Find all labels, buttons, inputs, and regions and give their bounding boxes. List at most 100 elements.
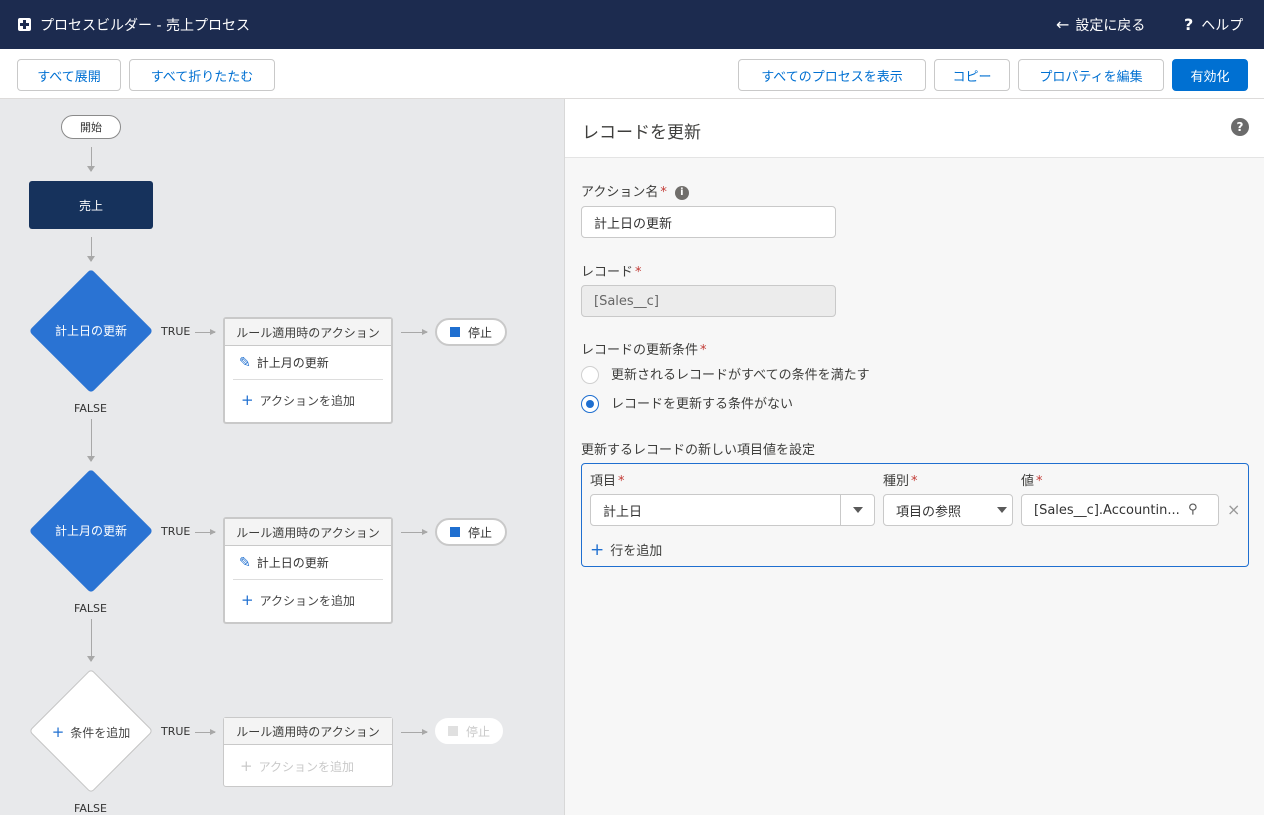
required-marker: * [618,474,625,489]
false-label: FALSE [74,802,107,815]
view-all-processes-button[interactable]: すべてのプロセスを表示 [738,59,926,91]
plus-icon: + [241,391,254,409]
record-field: [Sales__c] [581,285,836,317]
field-values-box: 項目 * 種別 * 値 * 計上日 項目の参照 [Sales__c].Accounti… [581,463,1249,567]
field-column-label: 項目 [590,474,617,489]
activate-button[interactable]: 有効化 [1172,59,1248,91]
add-action-button[interactable]: + アクションを追加 [225,580,391,620]
record-label-text: レコード [581,265,634,280]
criteria-label-2: 計上月の更新 [54,524,127,538]
add-action-button[interactable]: + アクションを追加 [225,380,391,420]
value-column-label: 値 [1021,474,1035,489]
type-select[interactable]: 項目の参照 [883,494,1013,526]
radio-no-criteria-label: レコードを更新する条件がない [611,397,794,412]
connector-arrow [87,237,95,262]
criteria-label-1: 計上日の更新 [54,324,127,338]
set-fields-label: 更新するレコードの新しい項目値を設定 [581,443,816,458]
copy-button[interactable]: コピー [934,59,1010,91]
help-link[interactable]: ? ヘルプ [1184,15,1243,35]
required-marker: * [911,474,918,489]
action-item[interactable]: ✎ 計上月の更新 [233,346,383,380]
pencil-icon: ✎ [239,554,251,571]
add-criteria-label: + 条件を追加 [29,723,153,741]
action-group-2: ルール適用時のアクション ✎ 計上日の更新 + アクションを追加 [223,517,393,624]
help-label: ヘルプ [1201,18,1244,34]
info-icon[interactable]: i [674,185,689,200]
add-action-button: + アクションを追加 [224,745,392,787]
chevron-down-icon [853,507,863,513]
stop-icon [449,527,460,537]
app-header: プロセスビルダー - 売上プロセス ← 設定に戻る ? ヘルプ [0,0,1264,49]
action-name-label-text: アクション名 [581,185,659,200]
criteria-label-text: レコードの更新条件 [581,343,699,358]
action-group-header: ルール適用時のアクション [225,319,391,346]
true-label: TRUE [161,525,191,538]
collapse-all-button[interactable]: すべて折りたたむ [129,59,275,91]
add-row-label: 行を追加 [610,544,663,559]
process-canvas: 開始 売上 計上日の更新 TRUE ルール適用時のアクション ✎ 計上月の更新 +… [0,99,565,815]
action-group-1: ルール適用時のアクション ✎ 計上月の更新 + アクションを追加 [223,317,393,424]
criteria-label: レコードの更新条件 * [581,339,707,358]
panel-header: レコードを更新 ? [565,99,1264,158]
connector-arrow [195,329,216,335]
type-column-label: 種別 [883,474,910,489]
question-icon: ? [1184,15,1194,34]
toolbar: すべて展開 すべて折りたたむ すべてのプロセスを表示 コピー プロパティを編集 … [0,49,1264,99]
add-row-button[interactable]: + 行を追加 [590,540,662,560]
action-name-input[interactable]: 計上日の更新 [581,206,836,238]
field-column-header: 項目 * [590,470,625,489]
select-divider [840,495,841,525]
field-select[interactable]: 計上日 [590,494,875,526]
connector-arrow [195,529,216,535]
help-icon[interactable]: ? [1231,118,1249,136]
connector-arrow [87,619,95,662]
stop-label: 停止 [467,325,492,340]
add-criteria-text: 条件を追加 [70,726,131,740]
action-group-header: ルール適用時のアクション [225,519,391,546]
object-node[interactable]: 売上 [29,181,153,229]
required-marker: * [1036,474,1043,489]
radio-meets-criteria[interactable] [581,366,599,384]
true-label: TRUE [161,325,191,338]
back-to-setup-label: 設定に戻る [1075,18,1146,34]
start-node: 開始 [61,115,121,139]
connector-arrow [195,729,216,735]
value-lookup-text: [Sales__c].Accountin... [1034,502,1180,518]
connector-arrow [87,419,95,462]
required-marker: * [660,185,667,200]
action-group-3: ルール適用時のアクション + アクションを追加 [223,717,393,787]
false-label: FALSE [74,602,107,615]
connector-arrow [401,729,428,735]
chevron-down-icon [997,507,1007,513]
radio-no-criteria[interactable] [581,395,599,413]
edit-properties-button[interactable]: プロパティを編集 [1018,59,1164,91]
plus-icon: + [240,757,253,775]
remove-row-icon[interactable]: × [1227,500,1240,519]
stop-node[interactable]: 停止 [435,518,507,546]
stop-label: 停止 [465,724,490,739]
process-builder-icon [18,18,31,31]
value-lookup-input[interactable]: [Sales__c].Accountin... ⚲ [1021,494,1219,526]
stop-icon [449,327,460,337]
required-marker: * [635,265,642,280]
action-item-label: 計上月の更新 [256,356,329,370]
field-select-value: 計上日 [603,504,643,520]
back-to-setup-link[interactable]: ← 設定に戻る [1056,15,1145,35]
search-icon: ⚲ [1188,502,1198,517]
type-column-header: 種別 * [883,470,918,489]
false-label: FALSE [74,402,107,415]
connector-arrow [401,329,428,335]
record-label: レコード * [581,261,642,280]
action-properties-panel: レコードを更新 ? アクション名 * i 計上日の更新 レコード * [Sales__… [565,99,1264,815]
add-action-label: アクションを追加 [259,393,355,408]
panel-title: レコードを更新 [582,123,701,143]
expand-all-button[interactable]: すべて展開 [17,59,121,91]
action-item[interactable]: ✎ 計上日の更新 [233,546,383,580]
connector-arrow [401,529,428,535]
required-marker: * [700,343,707,358]
action-item-label: 計上日の更新 [256,556,329,570]
stop-node[interactable]: 停止 [435,318,507,346]
arrow-left-icon: ← [1056,15,1070,34]
pencil-icon: ✎ [239,354,251,371]
action-group-header: ルール適用時のアクション [224,718,392,745]
